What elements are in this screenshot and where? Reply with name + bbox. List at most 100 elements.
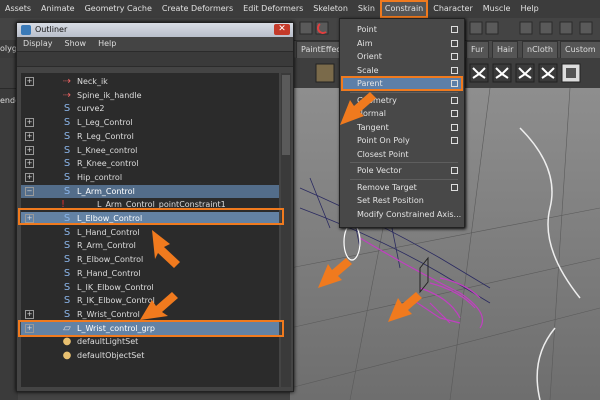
expand-icon[interactable]: + xyxy=(25,159,34,169)
option-box-icon[interactable] xyxy=(451,53,458,60)
outliner-item[interactable]: S R_Elbow_Control xyxy=(21,253,279,266)
outliner-item[interactable]: − S L_Arm_Control xyxy=(21,184,279,198)
outliner-scrollbar[interactable] xyxy=(281,73,291,387)
outliner-item[interactable]: + S R_Leg_Control xyxy=(21,130,279,143)
collapse-icon[interactable]: − xyxy=(25,186,34,196)
option-box-icon[interactable] xyxy=(451,39,458,47)
menu-item-label: Parent xyxy=(357,79,383,88)
expand-icon[interactable]: + xyxy=(25,309,34,319)
tab-ncloth[interactable]: nCloth xyxy=(522,41,558,59)
outliner-item[interactable]: + S L_Leg_Control xyxy=(21,116,279,129)
option-box-icon[interactable] xyxy=(451,66,458,74)
menu-assets[interactable]: Assets xyxy=(0,0,36,18)
curve-icon: S xyxy=(63,226,71,238)
outliner-item[interactable]: ⇢ Spine_ik_handle xyxy=(21,89,279,102)
option-box-icon[interactable] xyxy=(451,80,458,87)
constrain-menu-item-aim[interactable]: Aim xyxy=(342,37,462,50)
outliner-item[interactable]: + S Hip_control xyxy=(21,171,279,184)
constrain-menu-item-scale[interactable]: Scale xyxy=(342,64,462,77)
menu-help[interactable]: Help xyxy=(515,0,543,18)
scrollbar-thumb[interactable] xyxy=(282,75,290,155)
outliner-item-label: R_Wrist_Control xyxy=(77,309,140,319)
outliner-titlebar[interactable]: Outliner ✕ xyxy=(17,23,293,37)
option-box-icon[interactable] xyxy=(451,96,458,104)
outliner-item[interactable]: + S R_Knee_control xyxy=(21,157,279,170)
outliner-item-label: curve2 xyxy=(77,104,105,114)
menu-skin[interactable]: Skin xyxy=(353,0,380,18)
outliner-item-label: L_IK_Elbow_Control xyxy=(77,282,154,292)
curve-icon: S xyxy=(63,267,71,279)
tab-fur[interactable]: Fur xyxy=(466,41,489,59)
outliner-item[interactable]: ● defaultLightSet xyxy=(21,335,279,348)
menu-item-label: Point xyxy=(357,25,377,34)
constrain-menu-item-remove-target[interactable]: Remove Target xyxy=(342,181,462,194)
close-icon[interactable]: ✕ xyxy=(274,24,290,35)
menu-item-label: Tangent xyxy=(357,122,389,132)
tab-hair[interactable]: Hair xyxy=(492,41,519,59)
menu-item-label: Point On Poly xyxy=(357,136,410,145)
tab-custom[interactable]: Custom xyxy=(560,41,600,59)
menu-muscle[interactable]: Muscle xyxy=(478,0,516,18)
expand-icon[interactable]: + xyxy=(25,131,34,141)
curve-icon: S xyxy=(63,171,71,183)
option-box-icon[interactable] xyxy=(451,167,458,174)
outliner-title: Outliner xyxy=(35,25,68,34)
constrain-menu-item-orient[interactable]: Orient xyxy=(342,50,462,63)
outliner-item[interactable]: S L_IK_Elbow_Control xyxy=(21,281,279,294)
outliner-item[interactable]: ● defaultObjectSet xyxy=(21,349,279,362)
outliner-item-label: L_Knee_control xyxy=(77,145,138,155)
option-box-icon[interactable] xyxy=(451,26,458,33)
constrain-menu-item-set-rest-position[interactable]: Set Rest Position xyxy=(342,194,462,207)
menu-divider xyxy=(350,162,458,163)
outliner-filter-field[interactable] xyxy=(17,51,293,67)
outliner-menu-help[interactable]: Help xyxy=(92,37,122,51)
constrain-menu-item-closest-point[interactable]: Closest Point xyxy=(342,148,462,161)
expand-icon[interactable]: + xyxy=(25,118,34,128)
expand-icon[interactable]: + xyxy=(25,77,34,86)
outliner-item[interactable]: + ⇢ Neck_ik xyxy=(21,75,279,88)
outliner-item[interactable]: Scurve2 xyxy=(21,102,279,115)
constrain-menu-item-modify-constrained-axis[interactable]: Modify Constrained Axis... xyxy=(342,208,462,221)
outliner-menu-display[interactable]: Display xyxy=(17,37,59,51)
expand-icon[interactable]: + xyxy=(25,145,34,155)
menu-item-label: Set Rest Position xyxy=(357,196,424,205)
outliner-item[interactable]: S R_IK_Elbow_Control xyxy=(21,294,279,307)
constrain-menu-item-parent[interactable]: Parent xyxy=(341,76,463,91)
menu-character[interactable]: Character xyxy=(428,0,478,18)
constrain-menu-item-point-on-poly[interactable]: Point On Poly xyxy=(342,134,462,147)
outliner-menubar: Display Show Help xyxy=(17,37,293,51)
option-box-icon[interactable] xyxy=(451,137,458,144)
constrain-menu-item-normal[interactable]: Normal xyxy=(342,107,462,120)
curve-icon: S xyxy=(63,185,71,197)
option-box-icon[interactable] xyxy=(451,123,458,131)
menu-animate[interactable]: Animate xyxy=(36,0,80,18)
constrain-menu-item-point[interactable]: Point xyxy=(342,23,462,36)
menu-item-label: Scale xyxy=(357,65,379,75)
outliner-item-label: R_Arm_Control xyxy=(77,241,136,251)
expand-icon[interactable]: + xyxy=(25,172,34,182)
outliner-item[interactable]: + S R_Wrist_Control xyxy=(21,308,279,321)
menu-edit-deformers[interactable]: Edit Deformers xyxy=(238,0,308,18)
curve-icon: S xyxy=(63,281,71,293)
option-box-icon[interactable] xyxy=(451,110,458,117)
menu-skeleton[interactable]: Skeleton xyxy=(308,0,353,18)
outliner-item-label: L_Arm_Control xyxy=(77,186,135,196)
outliner-item[interactable]: S L_Hand_Control xyxy=(21,226,279,239)
menu-geometry-cache[interactable]: Geometry Cache xyxy=(80,0,157,18)
outliner-item-label: R_IK_Elbow_Control xyxy=(77,296,155,306)
outliner-item[interactable]: S R_Hand_Control xyxy=(21,267,279,280)
outliner-menu-show[interactable]: Show xyxy=(59,37,93,51)
constrain-menu-item-geometry[interactable]: Geometry xyxy=(342,94,462,107)
menu-item-label: Remove Target xyxy=(357,182,417,192)
outliner-window-icon xyxy=(21,25,31,35)
menu-constrain[interactable]: Constrain xyxy=(379,0,429,18)
constrain-menu-item-pole-vector[interactable]: Pole Vector xyxy=(342,164,462,177)
outliner-item-label: R_Hand_Control xyxy=(77,268,141,278)
outliner-item[interactable]: + S L_Knee_control xyxy=(21,144,279,157)
outliner-item-label: Spine_ik_handle xyxy=(77,90,142,100)
constrain-menu-item-tangent[interactable]: Tangent xyxy=(342,121,462,134)
menu-create-deformers[interactable]: Create Deformers xyxy=(157,0,238,18)
viewport-curves xyxy=(519,127,581,400)
outliner-item[interactable]: S R_Arm_Control xyxy=(21,239,279,252)
option-box-icon[interactable] xyxy=(451,183,458,191)
